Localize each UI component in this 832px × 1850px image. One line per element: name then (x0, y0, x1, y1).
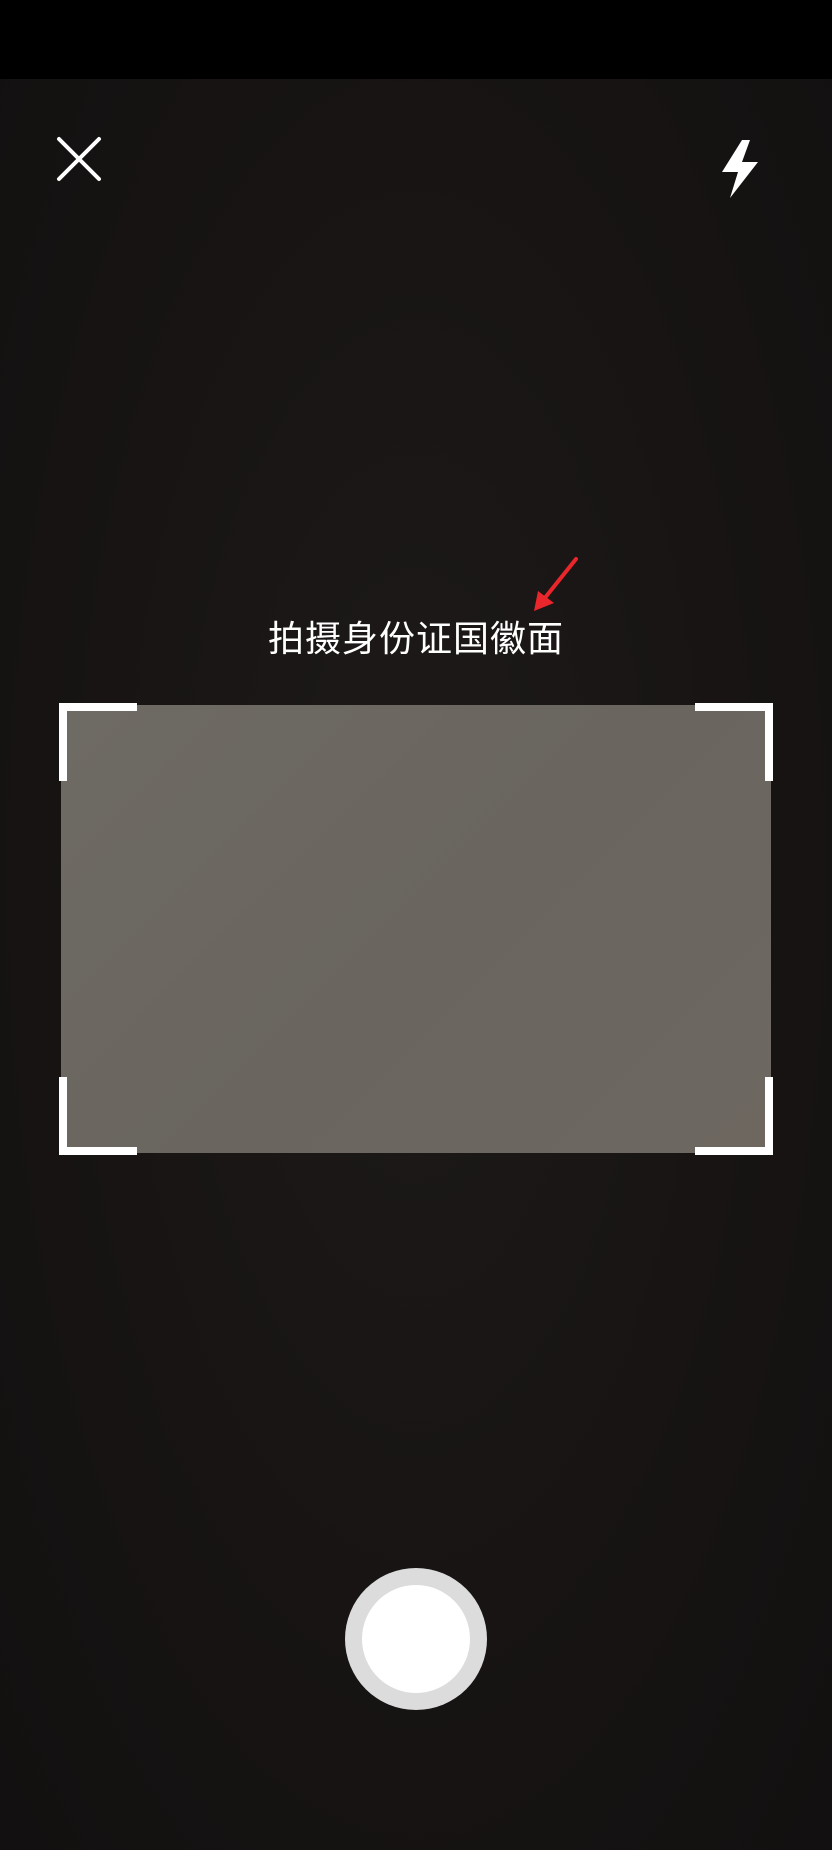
frame-corner-top-right (695, 703, 773, 781)
arrow-icon (534, 557, 578, 611)
close-icon (57, 137, 101, 181)
close-button[interactable] (55, 135, 103, 183)
capture-instruction: 拍摄身份证国徽面 (267, 619, 564, 660)
status-bar (0, 0, 832, 79)
id-card-scan-frame (59, 703, 773, 1155)
flash-icon (722, 140, 758, 198)
flash-button[interactable] (716, 138, 764, 200)
shutter-button[interactable] (345, 1568, 487, 1710)
frame-corner-bottom-right (695, 1077, 773, 1155)
camera-screen: 拍摄身份证国徽面 (0, 0, 832, 1850)
frame-corner-bottom-left (59, 1077, 137, 1155)
frame-corner-top-left (59, 703, 137, 781)
shutter-inner-circle (362, 1585, 470, 1693)
